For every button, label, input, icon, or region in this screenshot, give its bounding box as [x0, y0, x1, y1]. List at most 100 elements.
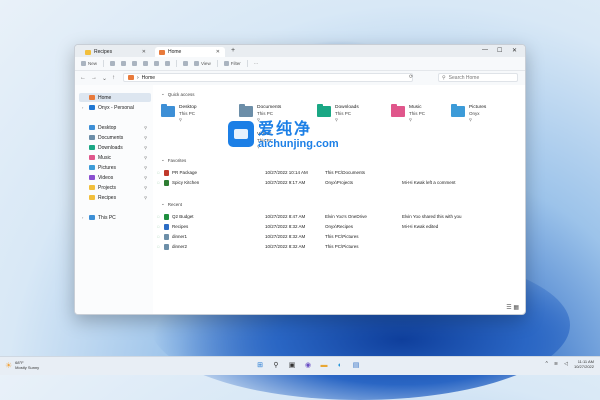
sidebar-item-downloads[interactable]: Downloads ⚲	[79, 143, 151, 152]
chevron-up-icon[interactable]: ^	[546, 361, 548, 367]
more-options-button[interactable]: ···	[254, 61, 259, 66]
divider	[176, 60, 178, 67]
filter-button[interactable]: Filter	[223, 61, 241, 66]
clock[interactable]: 11:11 AM 10/27/2022	[574, 359, 594, 369]
plus-icon	[81, 61, 86, 66]
folder-icon	[89, 195, 95, 200]
close-icon[interactable]: ✕	[142, 49, 146, 55]
wifi-icon[interactable]: ≋	[554, 361, 558, 367]
share-icon	[154, 61, 160, 66]
view-toggle: ☰ ▦	[506, 304, 519, 311]
tab-recipes[interactable]: Recipes ✕	[81, 47, 151, 57]
desktop-icon	[161, 104, 175, 117]
forward-arrow-icon[interactable]: →	[91, 75, 97, 81]
sidebar-item-pictures[interactable]: Pictures ⚲	[79, 163, 151, 172]
tab-label: Home	[168, 49, 182, 55]
close-window-button[interactable]: ✕	[512, 47, 517, 54]
address-input[interactable]: › Home	[123, 73, 413, 82]
sync-status-icon: ◌	[157, 214, 160, 219]
pictures-icon	[89, 165, 95, 170]
close-icon[interactable]: ✕	[216, 49, 220, 55]
view-button[interactable]: View	[194, 61, 211, 66]
sidebar-item-onyx[interactable]: › Onyx - Personal	[79, 103, 151, 112]
sun-icon: ☀	[5, 360, 13, 370]
videos-icon	[89, 175, 95, 180]
start-icon[interactable]: ⊞	[255, 360, 265, 370]
tab-label: Recipes	[94, 49, 113, 55]
sync-status-icon: ◌	[157, 234, 160, 239]
taskbar-apps: ⊞ ⚲ ▣ ◉ ▬ ◐ ▤	[255, 360, 361, 370]
tiles-view-icon[interactable]: ▦	[513, 305, 519, 311]
command-bar: New View Filter ···	[75, 57, 525, 71]
new-button[interactable]: New	[81, 61, 97, 66]
rename-icon	[143, 61, 149, 66]
image-file-icon	[164, 234, 169, 240]
share-button[interactable]	[154, 61, 160, 66]
table-row[interactable]: ◌ PR Package 10/27/2022 10:14 AM This PC…	[157, 169, 517, 178]
table-row[interactable]: ◌ dinner1 10/27/2022 8:32 AM This PC\Pic…	[157, 233, 517, 242]
sidebar-item-documents[interactable]: Documents ⚲	[79, 133, 151, 142]
rename-button[interactable]	[143, 61, 149, 66]
up-arrow-icon[interactable]: ↑	[112, 75, 115, 81]
refresh-icon[interactable]: ⟳	[409, 74, 413, 80]
chevron-down-icon[interactable]: ⌄	[102, 75, 107, 82]
back-arrow-icon[interactable]: ←	[80, 75, 86, 81]
table-row[interactable]: ◌ dinner2 10/27/2022 8:32 AM This PC\Pic…	[157, 243, 517, 252]
section-quick-access[interactable]: ⌄ Quick access	[161, 91, 195, 97]
section-recent[interactable]: ⌄ Recent	[161, 201, 182, 207]
section-favorites[interactable]: ⌄ Favorites	[161, 157, 186, 163]
music-icon	[89, 155, 95, 160]
delete-button[interactable]	[165, 61, 171, 66]
search-input[interactable]: ⚲ Search Home	[438, 73, 518, 82]
chat-icon[interactable]: ◉	[303, 360, 313, 370]
cut-button[interactable]	[110, 61, 116, 66]
copy-icon	[121, 61, 127, 66]
table-row[interactable]: ◌ Recipes 10/27/2022 8:32 AM Onyx\Recipe…	[157, 223, 517, 232]
details-view-icon[interactable]: ☰	[506, 305, 511, 311]
sidebar-item-projects[interactable]: Projects ⚲	[79, 183, 151, 192]
edge-icon[interactable]: ◐	[335, 360, 345, 370]
volume-icon[interactable]: ◁	[564, 361, 568, 367]
chevron-down-icon: ⌄	[161, 157, 165, 162]
search-icon[interactable]: ⚲	[271, 360, 281, 370]
home-icon	[128, 75, 134, 80]
paste-button[interactable]	[132, 61, 138, 66]
paste-icon	[132, 61, 138, 66]
table-row[interactable]: ◌ Q2 Budget 10/27/2022 8:47 AM Elvin Yoo…	[157, 213, 517, 222]
tab-home[interactable]: Home ✕	[155, 47, 225, 57]
trash-icon	[165, 61, 171, 66]
sort-button[interactable]	[183, 61, 189, 66]
pdf-file-icon	[164, 170, 169, 176]
pin-icon: ⚲	[144, 175, 147, 180]
minimize-button[interactable]: —	[482, 47, 488, 53]
maximize-button[interactable]: ☐	[497, 47, 502, 54]
navigation-pane: Home › Onyx - Personal Desktop ⚲ Documen…	[75, 85, 153, 314]
pc-icon	[89, 215, 95, 220]
store-icon[interactable]: ▤	[351, 360, 361, 370]
pin-icon: ⚲	[144, 195, 147, 200]
watermark-site-text: aichunjing.com	[258, 138, 339, 150]
quick-access-item[interactable]: Pictures Onyx ⚲	[451, 104, 521, 126]
chevron-right-icon[interactable]: ›	[82, 105, 86, 110]
sync-status-icon: ◌	[157, 244, 160, 249]
task-view-icon[interactable]: ▣	[287, 360, 297, 370]
pin-icon: ⚲	[469, 117, 472, 122]
sidebar-item-desktop[interactable]: Desktop ⚲	[79, 123, 151, 132]
file-explorer-icon[interactable]: ▬	[319, 360, 329, 370]
new-tab-button[interactable]: +	[231, 47, 235, 54]
chevron-right-icon[interactable]: ›	[82, 215, 86, 220]
watermark: 爱纯净 aichunjing.com	[228, 115, 348, 157]
folder-icon	[85, 49, 91, 55]
sidebar-item-home[interactable]: Home	[79, 93, 151, 102]
sidebar-item-this-pc[interactable]: › This PC	[79, 213, 151, 222]
quick-access-item[interactable]: Desktop This PC ⚲	[161, 104, 231, 126]
sidebar-item-recipes[interactable]: Recipes ⚲	[79, 193, 151, 202]
copy-button[interactable]	[121, 61, 127, 66]
view-icon	[194, 61, 200, 66]
pin-icon: ⚲	[144, 125, 147, 130]
sidebar-item-videos[interactable]: Videos ⚲	[79, 173, 151, 182]
weather-widget[interactable]: ☀ 68°F Mostly Sunny	[5, 360, 39, 370]
table-row[interactable]: ◌ Spicy Kitchen 10/27/2022 9:17 AM Onyx\…	[157, 179, 517, 188]
sidebar-item-music[interactable]: Music ⚲	[79, 153, 151, 162]
watermark-chinese-text: 爱纯净	[258, 121, 313, 138]
